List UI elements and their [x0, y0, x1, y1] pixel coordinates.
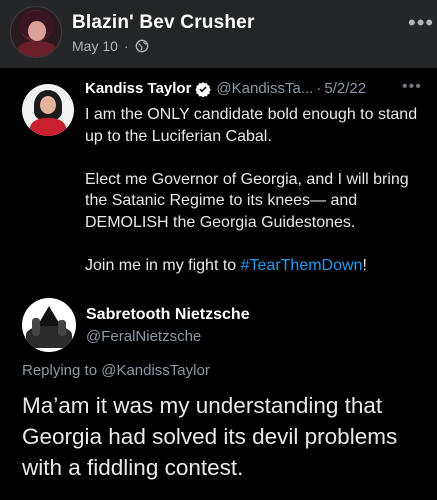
poster-avatar[interactable] — [10, 6, 62, 58]
tweet-paragraph-suffix: ! — [362, 256, 367, 274]
replying-to-line: Replying to @KandissTaylor — [22, 362, 210, 379]
avatar-figure — [32, 318, 40, 336]
tweet-screenshot: Kandiss Taylor @KandissTa... · 5/2/22 ••… — [0, 68, 437, 500]
verified-badge-icon — [195, 81, 212, 97]
tweet-author-avatar — [22, 84, 74, 136]
reply-author-avatar — [22, 298, 76, 352]
poster-name[interactable]: Blazin' Bev Crusher — [72, 12, 255, 34]
avatar-body — [17, 41, 57, 57]
tweet-author-handle: @KandissTa... — [216, 80, 314, 97]
post-date[interactable]: May 10 — [72, 38, 118, 54]
reply-text: Ma’am it was my understanding that Georg… — [22, 393, 398, 480]
post-more-options-button[interactable]: ••• — [408, 10, 434, 36]
meta-separator: · — [123, 38, 129, 54]
tweet-paragraph-last: Join me in my fight to #TearThemDown! — [85, 255, 420, 277]
reply-author-handle: @FeralNietzsche — [86, 328, 202, 345]
avatar-figure — [58, 320, 66, 336]
facebook-post-header: Blazin' Bev Crusher May 10 · ••• — [0, 0, 437, 68]
tweet-author-name: Kandiss Taylor — [85, 80, 192, 97]
avatar-face — [40, 96, 56, 114]
tweet-header-separator: · — [316, 80, 322, 97]
tweet-header: Kandiss Taylor @KandissTa... · 5/2/22 — [85, 80, 366, 97]
avatar-face — [28, 21, 46, 41]
post-meta: May 10 · — [72, 38, 149, 54]
replying-to-label: Replying to — [22, 362, 102, 379]
tweet-paragraph: I am the ONLY candidate bold enough to s… — [85, 106, 418, 145]
avatar-body — [30, 118, 66, 136]
tweet-hashtag: #TearThemDown — [240, 256, 363, 274]
replying-to-mention: @KandissTaylor — [101, 362, 210, 379]
tweet-body: I am the ONLY candidate bold enough to s… — [85, 104, 420, 298]
reply-author-name: Sabretooth Nietzsche — [86, 306, 250, 323]
tweet-paragraph-text: Join me in my fight to — [85, 256, 241, 274]
globe-icon[interactable] — [135, 39, 149, 53]
tweet-date: 5/2/22 — [324, 80, 367, 97]
tweet-more-icon: ••• — [402, 78, 422, 95]
tweet-paragraph: Elect me Governor of Georgia, and I will… — [85, 170, 409, 231]
